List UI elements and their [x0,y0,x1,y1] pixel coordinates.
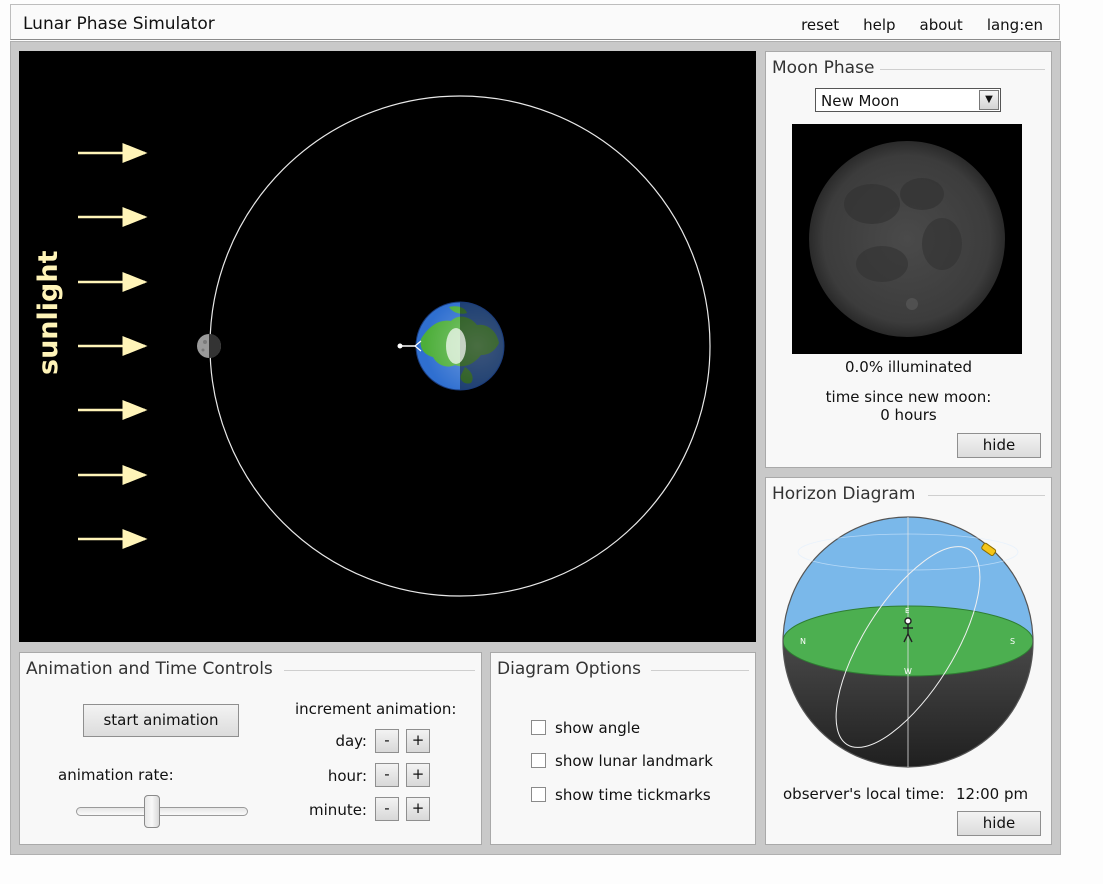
diagram-options-panel: Diagram Options [490,652,756,845]
moon-phase-title: Moon Phase [772,58,881,78]
animation-rate-label: animation rate: [58,766,174,784]
hide-horizon-button[interactable]: hide [957,811,1041,836]
reset-link[interactable]: reset [801,16,839,34]
phase-select[interactable]: New Moon ▼ [815,88,1001,112]
hide-moon-phase-button[interactable]: hide [957,433,1041,458]
sunlight-arrows [78,143,148,549]
svg-text:E: E [905,607,909,615]
orbit-diagram [78,95,711,597]
sunlight-label: sunlight [33,250,64,375]
local-time-value: 12:00 pm [956,785,1029,803]
title-bar: Lunar Phase Simulator reset help about l… [10,4,1060,40]
moon[interactable] [197,334,221,358]
phase-select-value: New Moon [821,92,900,110]
chevron-down-icon[interactable]: ▼ [979,90,999,110]
moon-phase-view [792,124,1022,354]
illuminated-text: 0.0% illuminated [845,358,972,376]
day-label: day: [335,732,367,750]
divider [928,495,1045,496]
day-increment-button[interactable]: + [406,729,430,753]
horizon-title: Horizon Diagram [772,484,922,504]
horizon-diagram[interactable]: N S E W [778,512,1038,772]
local-time-label: observer's local time: [783,785,945,803]
language-link[interactable]: lang:en [987,16,1043,34]
help-link[interactable]: help [863,16,895,34]
orbit-view[interactable]: sunlight [19,51,756,642]
day-decrement-button[interactable]: - [375,729,399,753]
divider [284,670,475,671]
top-menu: reset help about lang:en [801,16,1043,34]
show-tickmarks-checkbox[interactable] [531,787,546,802]
time-since-value: 0 hours [880,406,937,424]
svg-text:W: W [904,667,912,676]
show-landmark-label[interactable]: show lunar landmark [555,752,713,770]
start-animation-button[interactable]: start animation [83,704,239,737]
svg-text:S: S [1010,637,1015,646]
animation-title: Animation and Time Controls [26,659,279,679]
hour-label: hour: [327,767,367,785]
hour-decrement-button[interactable]: - [375,763,399,787]
earth [415,301,505,391]
divider [651,670,749,671]
diagram-options-title: Diagram Options [497,659,647,679]
moon-image [809,141,1005,337]
increment-label: increment animation: [295,700,457,718]
animation-rate-slider[interactable] [76,807,248,816]
about-link[interactable]: about [920,16,963,34]
minute-decrement-button[interactable]: - [375,797,399,821]
show-tickmarks-label[interactable]: show time tickmarks [555,786,711,804]
show-angle-checkbox[interactable] [531,720,546,735]
time-since-label: time since new moon: [825,388,992,406]
minute-increment-button[interactable]: + [406,797,430,821]
animation-rate-handle[interactable] [144,795,160,828]
show-angle-label[interactable]: show angle [555,719,640,737]
divider [876,69,1045,70]
show-landmark-checkbox[interactable] [531,753,546,768]
minute-label: minute: [309,801,367,819]
app-title: Lunar Phase Simulator [23,14,215,34]
hour-increment-button[interactable]: + [406,763,430,787]
svg-text:N: N [800,637,806,646]
